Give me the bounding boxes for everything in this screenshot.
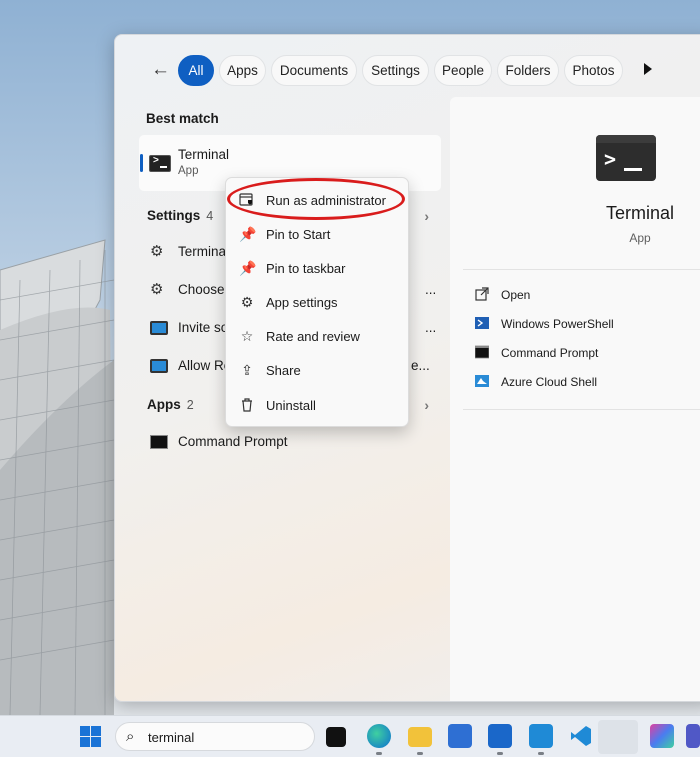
action-powershell[interactable]: Windows PowerShell (475, 314, 700, 334)
action-label: Command Prompt (501, 346, 599, 360)
remote-desktop-icon (150, 357, 168, 375)
divider (463, 269, 700, 270)
best-match-type: App (178, 165, 199, 177)
menu-item-pin-to-start[interactable]: 📌 Pin to Start (230, 218, 405, 250)
tab-apps[interactable]: Apps (219, 55, 266, 86)
menu-item-rate-and-review[interactable]: ☆ Rate and review (230, 320, 405, 352)
share-icon: ⇪ (241, 362, 253, 378)
menu-item-run-as-administrator[interactable]: Run as administrator (230, 184, 405, 216)
menu-item-label: Uninstall (266, 398, 316, 413)
tab-documents[interactable]: Documents (271, 55, 357, 86)
detail-app-type: App (629, 231, 651, 245)
settings-count: 4 (206, 209, 214, 223)
list-item-label: Invite so (178, 320, 229, 335)
settings-sliders-icon: ⚙ (150, 243, 164, 260)
truncation-ellipsis: ... (425, 282, 437, 297)
terminal-app-icon: > (596, 135, 656, 181)
teams-icon[interactable] (686, 724, 700, 748)
microsoft-store-icon[interactable] (448, 724, 472, 748)
command-prompt-icon (475, 345, 489, 359)
action-label: Windows PowerShell (501, 317, 614, 331)
terminal-icon (149, 155, 171, 172)
action-label: Azure Cloud Shell (501, 375, 598, 389)
tab-settings[interactable]: Settings (362, 55, 429, 86)
vscode-icon[interactable] (569, 724, 593, 748)
selection-indicator (140, 154, 143, 172)
azure-cloud-shell-icon (475, 375, 489, 387)
taskbar-search-input[interactable]: ⌕ terminal (115, 722, 315, 751)
back-arrow-icon[interactable]: ← (151, 59, 171, 81)
windows-start-icon[interactable] (80, 726, 101, 747)
running-indicator (376, 752, 382, 755)
settings-sliders-icon: ⚙ (150, 281, 164, 298)
menu-item-app-settings[interactable]: ⚙ App settings (230, 286, 405, 318)
search-value: terminal (148, 730, 195, 745)
more-tabs-play-icon[interactable] (644, 63, 652, 75)
shield-window-icon (239, 193, 253, 206)
list-item[interactable]: Command Prompt (139, 424, 441, 460)
running-indicator (497, 752, 503, 755)
menu-item-label: Pin to Start (266, 227, 331, 242)
tab-folders[interactable]: Folders (497, 55, 559, 86)
taskbar: ⌕ terminal (0, 715, 700, 757)
file-explorer-icon[interactable] (408, 727, 432, 747)
chevron-right-icon: › (424, 208, 429, 224)
menu-item-uninstall[interactable]: Uninstall (230, 389, 405, 421)
best-match-name: Terminal (178, 147, 230, 162)
apps-count: 2 (186, 398, 194, 412)
truncation-ellipsis: e... (411, 358, 430, 373)
divider (463, 409, 700, 410)
chevron-right-icon: › (424, 397, 429, 413)
outlook-icon[interactable] (529, 724, 553, 748)
open-external-icon (475, 287, 489, 301)
tab-all[interactable]: All (178, 55, 214, 86)
star-review-icon: ☆ (240, 328, 254, 344)
menu-item-share[interactable]: ⇪ Share (230, 354, 405, 386)
running-indicator (417, 752, 423, 755)
pin-icon: 📌 (239, 226, 257, 242)
menu-item-label: Run as administrator (266, 193, 386, 208)
menu-item-pin-to-taskbar[interactable]: 📌 Pin to taskbar (230, 252, 405, 284)
task-view-icon[interactable] (326, 727, 346, 747)
menu-item-label: Rate and review (266, 329, 360, 344)
action-label: Open (501, 288, 531, 302)
edge-browser-icon[interactable] (367, 724, 391, 748)
running-indicator (538, 752, 544, 755)
remote-desktop-icon (150, 319, 168, 337)
m365-copilot-icon[interactable] (650, 724, 674, 748)
powershell-icon (475, 317, 489, 329)
list-item-label: Allow Re (178, 358, 232, 373)
tab-photos[interactable]: Photos (564, 55, 623, 86)
truncation-ellipsis: ... (425, 320, 437, 335)
settings-heading-label: Settings (147, 208, 201, 223)
remote-desktop-app-icon[interactable] (488, 724, 512, 748)
menu-item-label: Pin to taskbar (266, 261, 346, 276)
action-command-prompt[interactable]: Command Prompt (475, 343, 700, 363)
command-prompt-icon (150, 433, 168, 451)
apps-heading-label: Apps (147, 397, 181, 412)
search-icon: ⌕ (126, 728, 135, 745)
best-match-heading: Best match (146, 111, 219, 126)
gear-icon: ⚙ (240, 294, 254, 310)
taskbar-app-slot[interactable] (598, 720, 638, 754)
pin-icon: 📌 (239, 260, 257, 276)
menu-item-label: App settings (266, 295, 338, 310)
list-item-label: Command Prompt (178, 434, 288, 449)
tab-people[interactable]: People (434, 55, 492, 86)
detail-pane: > Terminal App Open Windows PowerShell C… (450, 97, 700, 701)
list-item-label: Terminal (178, 244, 230, 259)
trash-icon (242, 398, 252, 412)
action-azure-cloud-shell[interactable]: Azure Cloud Shell (475, 372, 700, 392)
detail-app-name: Terminal (605, 203, 675, 223)
action-open[interactable]: Open (475, 285, 700, 305)
context-menu: Run as administrator 📌 Pin to Start 📌 Pi… (225, 177, 409, 427)
menu-item-label: Share (266, 363, 301, 378)
